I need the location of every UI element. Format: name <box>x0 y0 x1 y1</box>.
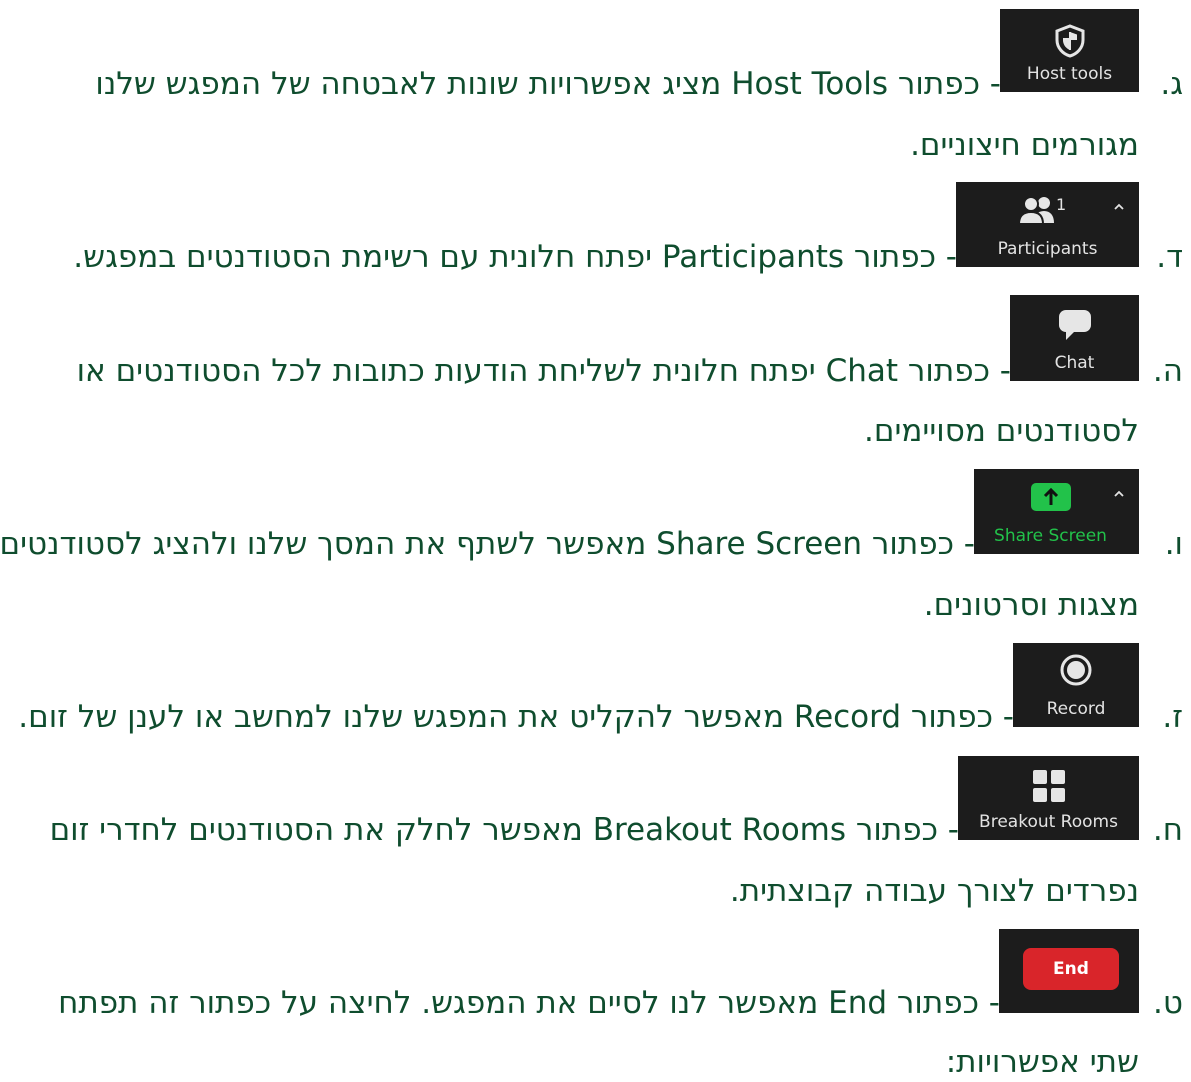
desc-rest: מאפשר לנו לסיים את המפגש. לחיצה על כפתור… <box>58 985 829 1021</box>
item-description: - כפתור Breakout Rooms מאפשר לחלק את הסט… <box>0 810 959 850</box>
desc-term: Record <box>793 699 902 735</box>
desc-prefix: - כפתור <box>887 985 1000 1021</box>
desc-prefix: - כפתור <box>844 239 957 275</box>
desc-term: Chat <box>825 353 899 389</box>
item-description: - כפתור Participants יפתח חלונית עם רשימ… <box>0 237 957 277</box>
participants-icon <box>1017 195 1058 229</box>
item-description-cont: מצגות וסרטונים. <box>923 587 1139 623</box>
desc-prefix: - כפתור <box>846 812 959 848</box>
desc-rest: מאפשר לחלק את הסטודנטים לחדרי זום <box>49 812 593 848</box>
end-meeting-button[interactable]: End <box>999 929 1139 1013</box>
desc-rest: מאפשר לשתף את המסך שלנו ולהציג לסטודנטים <box>0 526 657 562</box>
participants-button[interactable]: 1 Participants <box>956 182 1139 267</box>
record-icon <box>1060 654 1092 690</box>
desc-term: Participants <box>661 239 845 275</box>
end-pill: End <box>1023 948 1119 990</box>
desc-prefix: - כפתור <box>862 526 975 562</box>
breakout-rooms-icon <box>1032 769 1066 807</box>
share-screen-button[interactable]: Share Screen <box>974 469 1139 554</box>
desc-prefix: - כפתור <box>898 353 1011 389</box>
desc-rest: מאפשר להקליט את המפגש שלנו למחשב או לענן… <box>18 699 794 735</box>
item-letter: ז. <box>1162 699 1183 735</box>
desc-term: End <box>828 985 888 1021</box>
chat-button[interactable]: Chat <box>1010 295 1139 381</box>
desc-prefix: - כפתור <box>888 66 1001 102</box>
desc-prefix: - כפתור <box>901 699 1014 735</box>
item-letter: ח. <box>1152 812 1183 848</box>
breakout-rooms-label: Breakout Rooms <box>979 812 1118 832</box>
item-description: - כפתור Share Screen מאפשר לשתף את המסך … <box>0 524 975 564</box>
desc-term: Share Screen <box>656 526 863 562</box>
share-screen-icon <box>1030 483 1071 515</box>
host-tools-label: Host tools <box>1026 64 1113 84</box>
desc-rest: מציג אפשרויות שונות לאבטחה של המפגש שלנו <box>95 66 732 102</box>
item-description-cont: שתי אפשרויות: <box>945 1044 1139 1080</box>
desc-term: Breakout Rooms <box>592 812 847 848</box>
chevron-up-icon <box>1113 485 1125 497</box>
item-letter: ד. <box>1156 239 1183 275</box>
host-tools-button[interactable]: Host tools <box>1000 9 1139 92</box>
item-description-cont: נפרדים לצורך עבודה קבוצתית. <box>729 873 1139 909</box>
item-letter: ו. <box>1164 526 1183 562</box>
item-letter: ה. <box>1152 353 1183 389</box>
item-letter: ט. <box>1153 985 1183 1021</box>
item-description: - כפתור Record מאפשר להקליט את המפגש שלנ… <box>0 697 1014 737</box>
shield-icon <box>1054 24 1086 62</box>
record-label: Record <box>1046 699 1106 719</box>
chat-label: Chat <box>1054 353 1095 373</box>
record-button[interactable]: Record <box>1013 643 1139 727</box>
desc-rest: יפתח חלונית לשליחת הודעות כתובות לכל הסט… <box>76 353 826 389</box>
desc-term: Host Tools <box>731 66 889 102</box>
item-description: - כפתור End מאפשר לנו לסיים את המפגש. לח… <box>0 983 1000 1023</box>
item-description-cont: לסטודנטים מסויימים. <box>864 413 1139 449</box>
item-description: - כפתור Chat יפתח חלונית לשליחת הודעות כ… <box>0 351 1011 391</box>
chat-bubble-icon <box>1058 309 1092 345</box>
item-description: - כפתור Host Tools מציג אפשרויות שונות ל… <box>0 64 1001 104</box>
item-letter: ג. <box>1160 66 1183 102</box>
share-screen-label: Share Screen <box>994 526 1107 546</box>
participants-count: 1 <box>1056 195 1067 214</box>
desc-rest: יפתח חלונית עם רשימת הסטודנטים במפגש. <box>73 239 662 275</box>
breakout-rooms-button[interactable]: Breakout Rooms <box>958 756 1139 840</box>
item-description-cont: מגורמים חיצוניים. <box>910 127 1139 163</box>
chevron-up-icon <box>1113 198 1125 210</box>
participants-label: Participants <box>997 239 1098 259</box>
